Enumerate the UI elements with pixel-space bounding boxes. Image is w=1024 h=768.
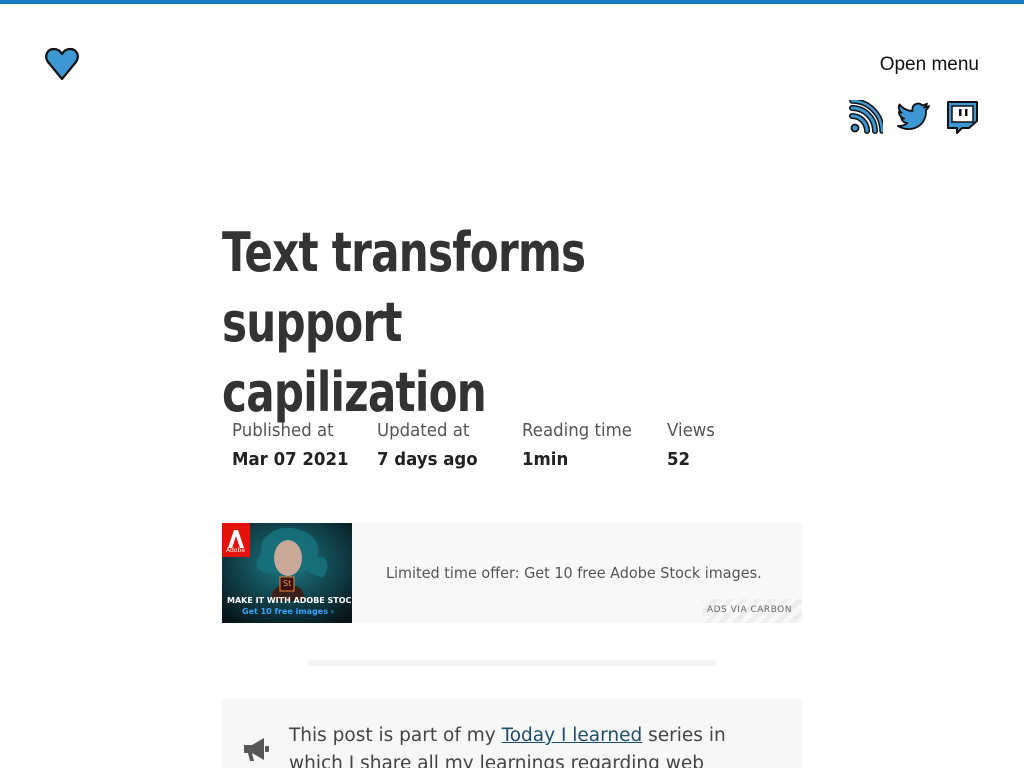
- rss-icon[interactable]: [849, 98, 885, 134]
- page-title: Text transforms support capilization: [222, 218, 690, 428]
- ad-image-badge: St: [283, 579, 292, 588]
- twitch-icon[interactable]: [945, 100, 979, 134]
- post-meta: Published at Mar 07 2021 Updated at 7 da…: [232, 420, 812, 470]
- twitter-icon[interactable]: [896, 100, 931, 134]
- meta-views: Views 52: [667, 420, 812, 470]
- heart-icon[interactable]: [44, 46, 80, 82]
- megaphone-icon: [240, 733, 272, 765]
- note-text-before: This post is part of my: [289, 725, 502, 746]
- meta-updated: Updated at 7 days ago: [377, 420, 522, 470]
- today-i-learned-link[interactable]: Today I learned: [502, 725, 643, 746]
- ad-image[interactable]: Adobe St MAKE IT WITH ADOBE STOCK. Get 1…: [222, 523, 352, 623]
- meta-label: Published at: [232, 420, 334, 441]
- ad-image-headline: MAKE IT WITH ADOBE STOCK.: [227, 596, 352, 605]
- meta-label: Views: [667, 420, 715, 441]
- series-note-text: This post is part of my Today I learned …: [289, 722, 779, 768]
- top-accent-bar: [0, 0, 1024, 4]
- social-links: [849, 98, 979, 134]
- meta-label: Reading time: [522, 420, 632, 441]
- series-note: This post is part of my Today I learned …: [222, 699, 802, 768]
- ad-image-cta: Get 10 free images ›: [242, 607, 335, 616]
- ad-text-link[interactable]: Limited time offer: Get 10 free Adobe St…: [386, 564, 762, 582]
- meta-value: 7 days ago: [377, 449, 478, 470]
- carbon-ad: Adobe St MAKE IT WITH ADOBE STOCK. Get 1…: [222, 523, 802, 623]
- page-title-line1: Text transforms support: [222, 221, 586, 354]
- meta-published: Published at Mar 07 2021: [232, 420, 377, 470]
- meta-value: 52: [667, 449, 691, 470]
- page-title-line2: capilization: [222, 361, 487, 424]
- meta-value: Mar 07 2021: [232, 449, 349, 470]
- meta-label: Updated at: [377, 420, 470, 441]
- meta-reading-time: Reading time 1min: [522, 420, 667, 470]
- ads-via-carbon-link[interactable]: ADS VIA CARBON: [702, 599, 802, 623]
- meta-value: 1min: [522, 449, 569, 470]
- divider: [308, 660, 716, 666]
- ad-image-brand: Adobe: [226, 547, 245, 554]
- open-menu-button[interactable]: Open menu: [880, 54, 979, 76]
